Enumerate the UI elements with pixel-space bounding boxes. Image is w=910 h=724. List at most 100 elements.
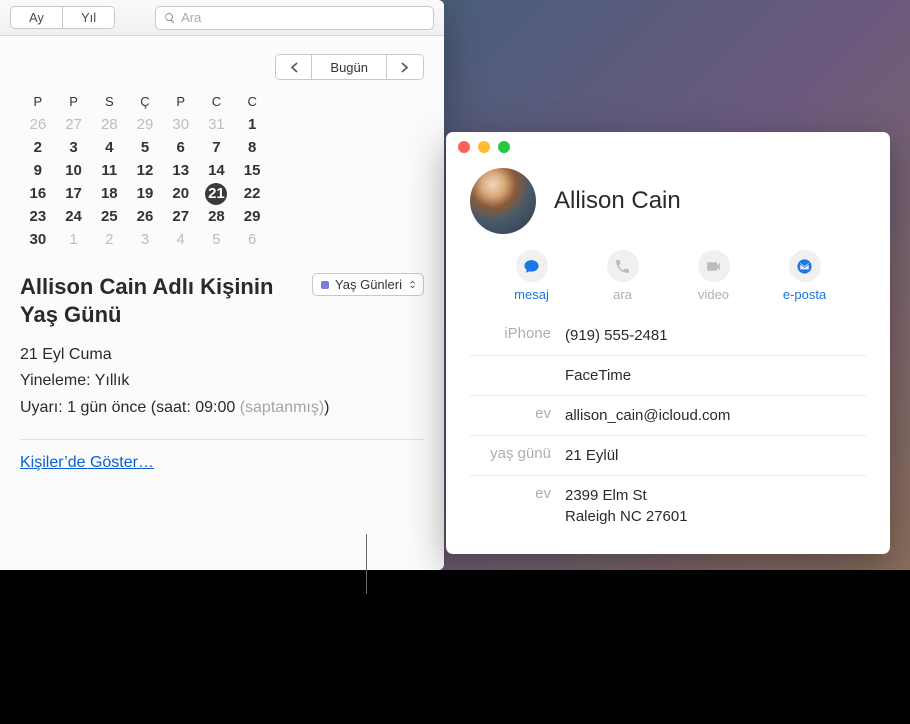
video-icon xyxy=(705,258,722,275)
search-input[interactable] xyxy=(181,10,425,25)
calendar-day[interactable]: 8 xyxy=(234,136,270,159)
calendar-day[interactable]: 30 xyxy=(163,113,199,136)
calendar-day[interactable]: 6 xyxy=(234,228,270,251)
field-value: FaceTime xyxy=(565,365,631,386)
calendar-day[interactable]: 13 xyxy=(163,159,199,182)
calendar-day[interactable]: 29 xyxy=(234,205,270,228)
calendar-day[interactable]: 5 xyxy=(127,136,163,159)
contact-name: Allison Cain xyxy=(554,187,681,215)
window-controls xyxy=(446,132,890,162)
calendar-day[interactable]: 9 xyxy=(20,159,56,182)
call-label: ara xyxy=(577,287,668,302)
calendar-day[interactable]: 4 xyxy=(91,136,127,159)
contact-field-row[interactable]: ev2399 Elm St Raleigh NC 27601 xyxy=(470,475,866,536)
calendar-day[interactable]: 27 xyxy=(56,113,92,136)
calendar-day[interactable]: 3 xyxy=(56,136,92,159)
prev-button[interactable] xyxy=(276,55,312,79)
search-icon xyxy=(164,12,176,24)
calendar-day[interactable]: 19 xyxy=(127,182,163,205)
field-value: 2399 Elm St Raleigh NC 27601 xyxy=(565,485,688,527)
event-panel: Bugün PPSÇPCC 26272829303112345678910111… xyxy=(0,36,444,570)
calendar-day[interactable]: 10 xyxy=(56,159,92,182)
calendar-day[interactable]: 14 xyxy=(199,159,235,182)
contact-field-row[interactable]: evallison_cain@icloud.com xyxy=(470,395,866,435)
event-repeat: Yineleme: Yıllık xyxy=(20,368,424,394)
close-button[interactable] xyxy=(458,141,470,153)
calendar-day[interactable]: 17 xyxy=(56,182,92,205)
message-action[interactable]: mesaj xyxy=(486,250,577,302)
phone-icon xyxy=(614,258,631,275)
minimize-button[interactable] xyxy=(478,141,490,153)
contact-card-window: Allison Cain mesaj ara video e-posta iPh… xyxy=(446,132,890,554)
calendar-day[interactable]: 1 xyxy=(56,228,92,251)
zoom-button[interactable] xyxy=(498,141,510,153)
calendar-day[interactable]: 30 xyxy=(20,228,56,251)
field-value: (919) 555-2481 xyxy=(565,325,668,346)
calendar-day[interactable]: 21 xyxy=(199,182,235,205)
dow-label: S xyxy=(91,94,127,109)
call-action[interactable]: ara xyxy=(577,250,668,302)
calendar-day[interactable]: 27 xyxy=(163,205,199,228)
view-month-button[interactable]: Ay xyxy=(11,7,63,28)
toolbar: Ay Yıl xyxy=(0,0,444,36)
calendar-day[interactable]: 24 xyxy=(56,205,92,228)
view-switcher: Ay Yıl xyxy=(10,6,115,29)
next-button[interactable] xyxy=(387,55,423,79)
calendar-day[interactable]: 28 xyxy=(199,205,235,228)
calendar-day[interactable]: 31 xyxy=(199,113,235,136)
field-value: 21 Eylül xyxy=(565,445,618,466)
calendar-color-swatch xyxy=(321,281,329,289)
chevron-right-icon xyxy=(401,62,409,73)
calendar-day[interactable]: 1 xyxy=(234,113,270,136)
calendar-day[interactable]: 6 xyxy=(163,136,199,159)
calendar-day[interactable]: 2 xyxy=(91,228,127,251)
field-label: iPhone xyxy=(470,325,565,346)
calendar-day[interactable]: 16 xyxy=(20,182,56,205)
dow-label: P xyxy=(163,94,199,109)
callout-line xyxy=(366,534,367,594)
month-navigator: Bugün xyxy=(275,54,424,80)
avatar[interactable] xyxy=(470,168,536,234)
event-date: 21 Eyl Cuma xyxy=(20,342,424,368)
field-label xyxy=(470,365,565,386)
calendar-day[interactable]: 22 xyxy=(234,182,270,205)
search-field[interactable] xyxy=(155,6,434,30)
field-label: ev xyxy=(470,485,565,527)
calendar-day[interactable]: 5 xyxy=(199,228,235,251)
calendar-day[interactable]: 20 xyxy=(163,182,199,205)
dow-label: P xyxy=(56,94,92,109)
calendar-day[interactable]: 7 xyxy=(199,136,235,159)
chevron-left-icon xyxy=(290,62,298,73)
contact-header: Allison Cain xyxy=(446,162,890,244)
calendar-select-label: Yaş Günleri xyxy=(335,277,402,292)
calendar-day[interactable]: 25 xyxy=(91,205,127,228)
view-year-button[interactable]: Yıl xyxy=(63,7,114,28)
calendar-day[interactable]: 15 xyxy=(234,159,270,182)
video-action[interactable]: video xyxy=(668,250,759,302)
calendar-window: Ay Yıl Bugün P xyxy=(0,0,444,570)
show-in-contacts-link[interactable]: Kişiler’de Göster… xyxy=(20,454,154,471)
email-label: e-posta xyxy=(759,287,850,302)
contact-actions: mesaj ara video e-posta xyxy=(446,244,890,316)
email-action[interactable]: e-posta xyxy=(759,250,850,302)
calendar-day[interactable]: 12 xyxy=(127,159,163,182)
calendar-day[interactable]: 26 xyxy=(20,113,56,136)
contact-field-row[interactable]: iPhone(919) 555-2481 xyxy=(470,316,866,355)
contact-fields: iPhone(919) 555-2481 FaceTime evallison_ca… xyxy=(446,316,890,554)
calendar-day[interactable]: 4 xyxy=(163,228,199,251)
dow-label: Ç xyxy=(127,94,163,109)
calendar-day[interactable]: 11 xyxy=(91,159,127,182)
contact-field-row[interactable]: FaceTime xyxy=(470,355,866,395)
calendar-day[interactable]: 23 xyxy=(20,205,56,228)
calendar-day[interactable]: 28 xyxy=(91,113,127,136)
calendar-select[interactable]: Yaş Günleri xyxy=(312,273,424,296)
calendar-day[interactable]: 26 xyxy=(127,205,163,228)
calendar-day[interactable]: 29 xyxy=(127,113,163,136)
calendar-day[interactable]: 3 xyxy=(127,228,163,251)
calendar-day[interactable]: 2 xyxy=(20,136,56,159)
message-label: mesaj xyxy=(486,287,577,302)
calendar-day[interactable]: 18 xyxy=(91,182,127,205)
today-button[interactable]: Bugün xyxy=(312,55,387,79)
mini-calendar[interactable]: PPSÇPCC 26272829303112345678910111213141… xyxy=(20,94,270,251)
contact-field-row[interactable]: yaş günü21 Eylül xyxy=(470,435,866,475)
